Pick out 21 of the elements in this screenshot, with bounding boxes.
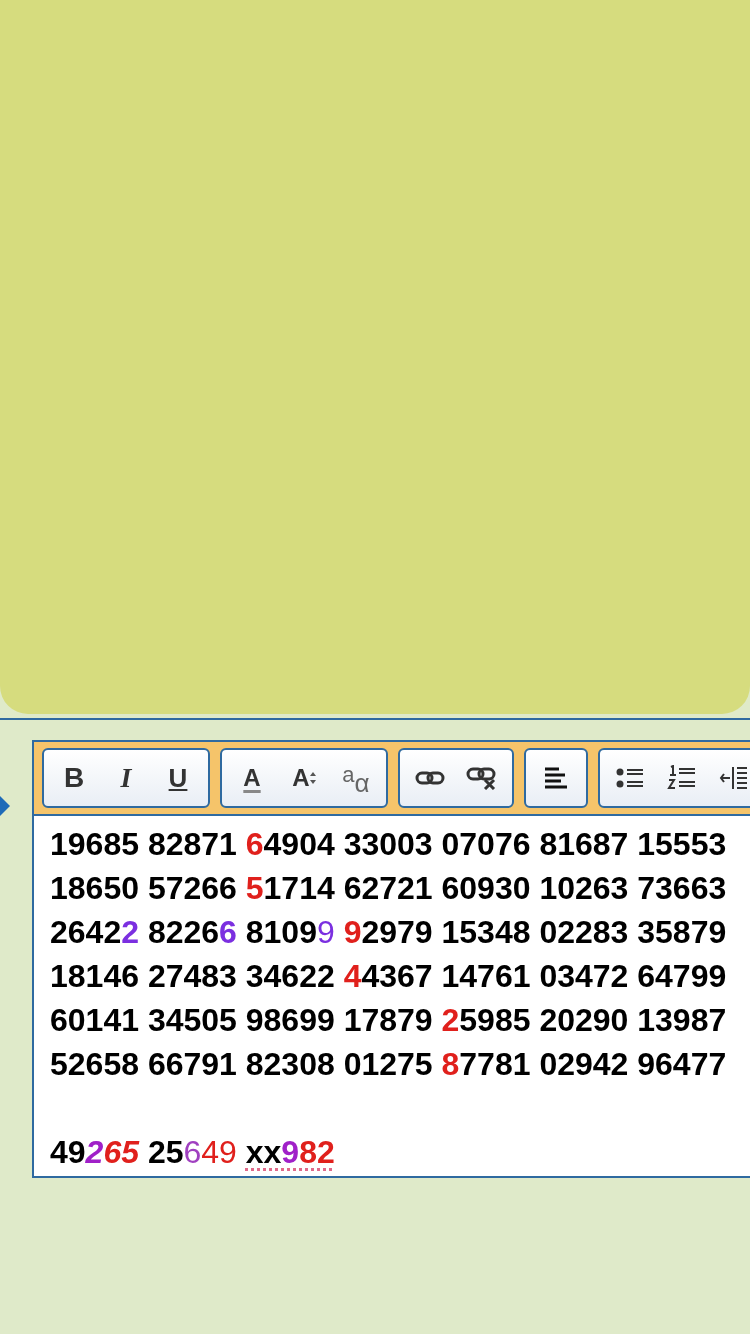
editor-box[interactable] (32, 740, 750, 1178)
link-icon (415, 770, 445, 786)
pointer-arrow-icon (0, 796, 10, 816)
underline-button[interactable]: U (152, 750, 204, 806)
numbered-list-icon (667, 765, 697, 791)
font-color-button[interactable]: A (226, 750, 278, 806)
number-line: 18650 57266 51714 62721 60930 10263 73663 (50, 869, 727, 908)
outdent-icon (719, 765, 749, 791)
bulleted-list-icon (615, 766, 645, 790)
italic-button[interactable]: I (100, 750, 152, 806)
number-line: 18146 27483 34622 44367 14761 03472 64799 (50, 957, 727, 996)
up-down-arrows-icon (309, 772, 316, 784)
number-line: 26422 82266 81099 92979 15348 02283 35879 (50, 913, 727, 952)
font-size-button[interactable]: A (278, 750, 330, 806)
bold-button[interactable]: B (48, 750, 100, 806)
number-line: 52658 66791 82308 01275 87781 02942 96477 (50, 1045, 727, 1084)
unlink-icon (466, 766, 498, 790)
number-line: 19685 82871 64904 33003 07076 81687 15553 (50, 825, 727, 864)
number-line: 49265 25649 xx982 (50, 1133, 335, 1172)
align-left-icon (543, 766, 569, 790)
number-line: 60141 34505 98699 17879 25985 20290 13987 (50, 1001, 727, 1040)
